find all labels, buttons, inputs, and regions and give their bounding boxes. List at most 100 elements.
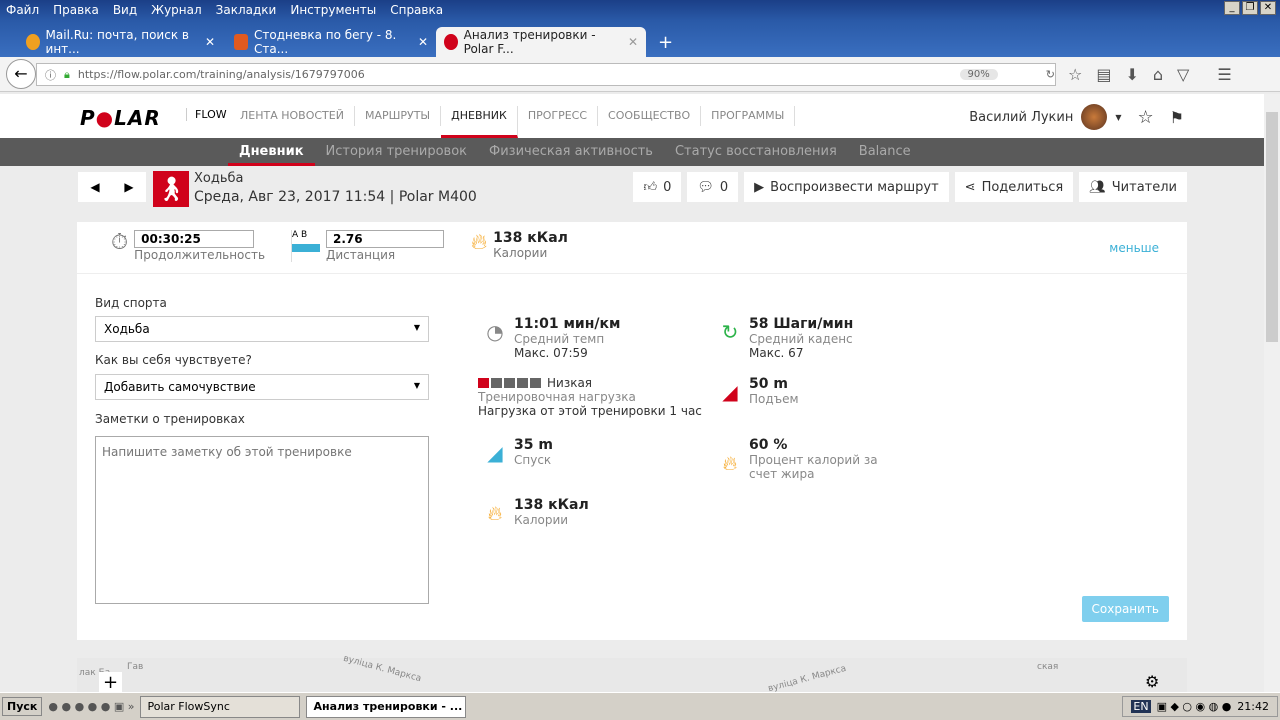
menu-history[interactable]: Журнал bbox=[151, 3, 202, 18]
minimize-button[interactable]: _ bbox=[1224, 1, 1240, 15]
share-button[interactable]: ⋖ Поделиться bbox=[954, 172, 1074, 202]
route-map[interactable]: лак Ба Гав вуліца К. Маркса вуліца К. Ма… bbox=[77, 654, 1187, 692]
close-window-button[interactable]: ✕ bbox=[1260, 1, 1276, 15]
load-bar bbox=[478, 378, 541, 388]
thumbs-up-icon: 👍︎ bbox=[643, 179, 658, 195]
menu-bookmarks[interactable]: Закладки bbox=[216, 3, 277, 18]
nav-feed[interactable]: ЛЕНТА НОВОСТЕЙ bbox=[230, 106, 355, 126]
menu-edit[interactable]: Правка bbox=[53, 3, 99, 18]
next-arrow-icon[interactable]: ▶ bbox=[124, 180, 133, 194]
distance-field[interactable]: 2.76 bbox=[326, 230, 444, 248]
map-label: ская bbox=[1037, 662, 1059, 672]
tray-icons[interactable]: ▣ ◆ ○ ◉ ◍ ● bbox=[1157, 700, 1232, 713]
duration-field[interactable]: 00:30:25 bbox=[134, 230, 255, 248]
map-label: вуліца К. Маркса bbox=[342, 653, 423, 685]
play-icon: ▶ bbox=[754, 179, 765, 195]
feeling-select[interactable]: Добавить самочувствие bbox=[95, 374, 429, 400]
replay-route-button[interactable]: ▶ Воспроизвести маршрут bbox=[744, 172, 949, 202]
tab-mailru[interactable]: Mail.Ru: почта, поиск в инт... ✕ bbox=[18, 27, 223, 57]
sport-name: Ходьба bbox=[194, 171, 244, 186]
nav-programs[interactable]: ПРОГРАММЫ bbox=[701, 106, 796, 126]
info-icon[interactable]: ⓘ bbox=[45, 67, 56, 83]
subnav-activity[interactable]: Физическая активность bbox=[478, 138, 664, 166]
task-firefox[interactable]: Анализ тренировки - ... bbox=[306, 695, 467, 718]
share-label: Поделиться bbox=[981, 179, 1064, 195]
notifications-icon[interactable]: ⚑ bbox=[1170, 108, 1184, 127]
close-tab-icon[interactable]: ✕ bbox=[418, 35, 428, 49]
task-flowsync[interactable]: Polar FlowSync bbox=[140, 695, 301, 718]
start-button[interactable]: Пуск bbox=[2, 697, 43, 716]
subnav-diary[interactable]: Дневник bbox=[228, 138, 315, 166]
walking-icon: 🚶︎ bbox=[153, 171, 189, 207]
stopwatch-icon: ⏱︎ bbox=[111, 230, 129, 255]
hamburger-menu-icon[interactable]: ☰ bbox=[1217, 65, 1231, 84]
main-nav: ЛЕНТА НОВОСТЕЙ МАРШРУТЫ ДНЕВНИК ПРОГРЕСС… bbox=[230, 94, 796, 138]
lock-icon: 🔒︎ bbox=[64, 67, 70, 81]
nav-diary[interactable]: ДНЕВНИК bbox=[441, 106, 518, 138]
subnav-recovery[interactable]: Статус восстановления bbox=[664, 138, 848, 166]
flame-icon: 🔥︎ bbox=[471, 230, 488, 255]
url-bar[interactable]: ⓘ 🔒︎ https://flow.polar.com/training/analy… bbox=[36, 63, 1056, 86]
user-menu[interactable]: Василий Лукин ▼ ☆ ⚑ bbox=[969, 104, 1184, 130]
zoom-level[interactable]: 90% bbox=[959, 69, 998, 80]
pace-max: Макс. 07:59 bbox=[514, 346, 588, 360]
flame-icon: 🔥︎ bbox=[487, 501, 503, 525]
back-button[interactable]: ← bbox=[6, 59, 36, 89]
scrollbar-thumb[interactable] bbox=[1266, 112, 1278, 342]
download-icon[interactable]: ⬇ bbox=[1125, 65, 1138, 84]
quick-launch-icons[interactable]: ● ● ● ● ● ▣ » bbox=[48, 700, 134, 713]
less-link[interactable]: меньше bbox=[1109, 241, 1159, 255]
subnav-balance[interactable]: Balance bbox=[848, 138, 922, 166]
new-tab-button[interactable]: + bbox=[650, 27, 681, 57]
ascent-icon: ◢ bbox=[722, 380, 738, 404]
bookmark-star-icon[interactable]: ☆ bbox=[1068, 65, 1082, 84]
ascent-label: Подъем bbox=[749, 392, 799, 406]
close-tab-icon[interactable]: ✕ bbox=[205, 35, 215, 49]
pocket-icon[interactable]: ▽ bbox=[1177, 65, 1189, 84]
calories-value: 138 кКал bbox=[493, 230, 568, 246]
home-icon[interactable]: ⌂ bbox=[1153, 65, 1163, 84]
fat-label: Процент калорий за счет жира bbox=[749, 453, 878, 481]
comment-button[interactable]: 💬︎ 0 bbox=[687, 172, 739, 202]
save-button[interactable]: Сохранить bbox=[1081, 596, 1169, 622]
descent-value: 35 m bbox=[514, 437, 553, 453]
menu-file[interactable]: Файл bbox=[6, 3, 39, 18]
tab-label: Mail.Ru: почта, поиск в инт... bbox=[45, 28, 189, 56]
activity-header: ◀ ▶ 🚶︎ Ходьба Среда, Авг 23, 2017 11:54 |… bbox=[0, 166, 1264, 218]
locate-icon[interactable]: ⚙ bbox=[1145, 672, 1159, 691]
polar-logo[interactable]: P●LAR bbox=[80, 106, 161, 130]
language-indicator[interactable]: EN bbox=[1131, 700, 1151, 713]
sport-type-select[interactable]: Ходьба bbox=[95, 316, 429, 342]
user-name: Василий Лукин bbox=[969, 109, 1074, 125]
tab-label: Анализ тренировки - Polar F... bbox=[463, 28, 596, 56]
tab-stodnevka[interactable]: Стодневка по бегу - 8. Ста... ✕ bbox=[226, 27, 436, 57]
summary-row: ⏱︎ 00:30:25 Продолжительность A B 2.76 Диста… bbox=[77, 222, 1187, 274]
menu-help[interactable]: Справка bbox=[390, 3, 443, 18]
readers-button[interactable]: 👥︎ Читатели bbox=[1079, 172, 1187, 202]
favorites-star-icon[interactable]: ☆ bbox=[1138, 107, 1154, 128]
reload-icon[interactable]: ↻ bbox=[1046, 68, 1055, 81]
nav-routes[interactable]: МАРШРУТЫ bbox=[355, 106, 442, 126]
menu-tools[interactable]: Инструменты bbox=[290, 3, 376, 18]
tab-label: Стодневка по бегу - 8. Ста... bbox=[254, 28, 397, 56]
menu-view[interactable]: Вид bbox=[113, 3, 137, 18]
readers-label: Читатели bbox=[1111, 179, 1177, 195]
close-tab-icon[interactable]: ✕ bbox=[628, 35, 638, 49]
map-label: Гав bbox=[127, 662, 144, 672]
nav-community[interactable]: СООБЩЕСТВО bbox=[598, 106, 702, 126]
pace-value: 11:01 мин/км bbox=[514, 316, 621, 332]
descent-icon: ◢ bbox=[487, 441, 503, 465]
tab-polar[interactable]: Анализ тренировки - Polar F... ✕ bbox=[436, 27, 646, 57]
like-button[interactable]: 👍︎ 0 bbox=[633, 172, 682, 202]
maximize-button[interactable]: ❐ bbox=[1242, 1, 1258, 15]
notes-textarea[interactable] bbox=[95, 436, 429, 604]
subnav-history[interactable]: История тренировок bbox=[315, 138, 479, 166]
page-scrollbar[interactable] bbox=[1264, 94, 1280, 692]
reading-list-icon[interactable]: ▤ bbox=[1096, 65, 1111, 84]
nav-progress[interactable]: ПРОГРЕСС bbox=[518, 106, 599, 126]
like-count: 0 bbox=[663, 179, 672, 195]
pace-label: Средний темп bbox=[514, 332, 605, 346]
prev-arrow-icon[interactable]: ◀ bbox=[90, 180, 99, 194]
zoom-in-button[interactable]: + bbox=[99, 672, 123, 692]
load-segment bbox=[478, 378, 489, 388]
